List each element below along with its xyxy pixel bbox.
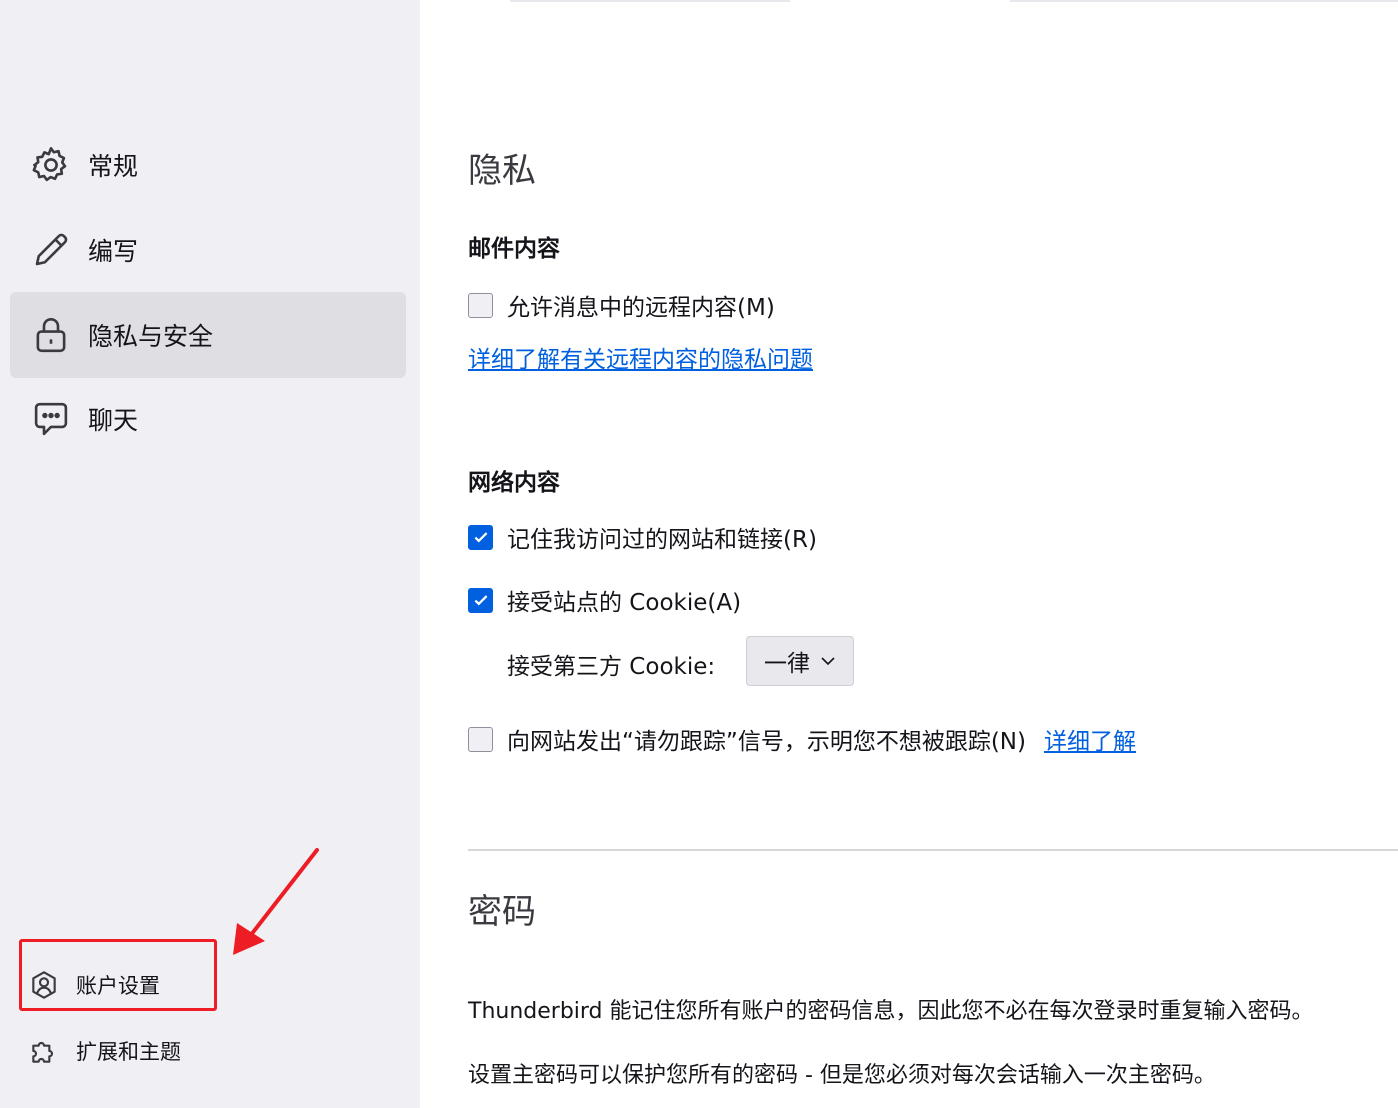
remote-content-checkbox[interactable] [468,292,493,318]
remember-links-label[interactable]: 记住我访问过的网站和链接(R) [507,520,817,554]
mail-content-heading: 邮件内容 [468,236,560,262]
section-divider [468,849,1398,851]
main-content: 隐私 邮件内容 允许消息中的远程内容(M) 详细了解有关远程内容的隐私问题 网络… [420,0,1398,1108]
privacy-title: 隐私 [468,151,536,191]
remember-links-checkbox[interactable] [468,524,493,550]
accept-cookies-row: 接受站点的 Cookie(A) [468,583,741,617]
account-settings-link[interactable]: 账户设置 [28,965,160,1005]
third-party-cookies-value: 一律 [764,651,810,677]
remote-content-learn-more-link[interactable]: 详细了解有关远程内容的隐私问题 [468,340,813,374]
sidebar-item-label: 常规 [88,152,139,181]
do-not-track-label[interactable]: 向网站发出“请勿跟踪”信号，示明您不想被跟踪(N) [507,722,1026,756]
sidebar-item-chat[interactable]: 聊天 [10,376,406,462]
chevron-down-icon [821,657,835,666]
chat-icon [34,402,68,436]
remote-content-label[interactable]: 允许消息中的远程内容(M) [507,288,775,322]
addons-themes-label: 扩展和主题 [76,1040,181,1064]
pencil-icon [35,233,68,266]
sidebar-item-label: 隐私与安全 [88,322,214,351]
sidebar: 常规 编写 隐私与安全 聊天 账户设置 扩展和主题 [0,0,420,1108]
third-party-cookies-select[interactable]: 一律 [746,636,854,686]
remote-content-row: 允许消息中的远程内容(M) [468,288,775,322]
do-not-track-learn-more-link[interactable]: 详细了解 [1044,722,1136,756]
accept-cookies-checkbox[interactable] [468,587,493,613]
do-not-track-row: 向网站发出“请勿跟踪”信号，示明您不想被跟踪(N) 详细了解 [468,722,1136,756]
sidebar-item-privacy-security[interactable]: 隐私与安全 [10,292,406,378]
sidebar-item-general[interactable]: 常规 [10,122,406,208]
addons-themes-link[interactable]: 扩展和主题 [28,1031,181,1071]
master-password-description: 设置主密码可以保护您所有的密码 - 但是您必须对每次会话输入一次主密码。 [468,1063,1216,1088]
sidebar-item-label: 聊天 [88,406,139,435]
checkmark-icon [474,532,487,543]
annotation-arrow [233,848,319,955]
web-content-heading: 网络内容 [468,470,560,496]
passwords-description: Thunderbird 能记住您所有账户的密码信息，因此您不必在每次登录时重复输… [468,999,1314,1024]
passwords-title: 密码 [468,892,536,932]
third-party-cookies-row: 接受第三方 Cookie: [507,647,715,681]
remote-content-learn-more-row: 详细了解有关远程内容的隐私问题 [468,340,813,374]
top-divider [1010,0,1398,2]
do-not-track-checkbox[interactable] [468,726,493,752]
account-settings-label: 账户设置 [76,974,160,998]
checkmark-icon [474,595,487,606]
sidebar-item-composition[interactable]: 编写 [10,207,406,293]
sidebar-item-label: 编写 [88,237,139,266]
third-party-cookies-label: 接受第三方 Cookie: [507,654,716,680]
puzzle-icon [32,1042,53,1063]
accept-cookies-label[interactable]: 接受站点的 Cookie(A) [507,583,741,617]
top-divider [510,0,790,2]
gear-icon [32,147,67,182]
account-icon [32,971,56,999]
lock-icon [36,317,66,353]
remember-links-row: 记住我访问过的网站和链接(R) [468,520,817,554]
